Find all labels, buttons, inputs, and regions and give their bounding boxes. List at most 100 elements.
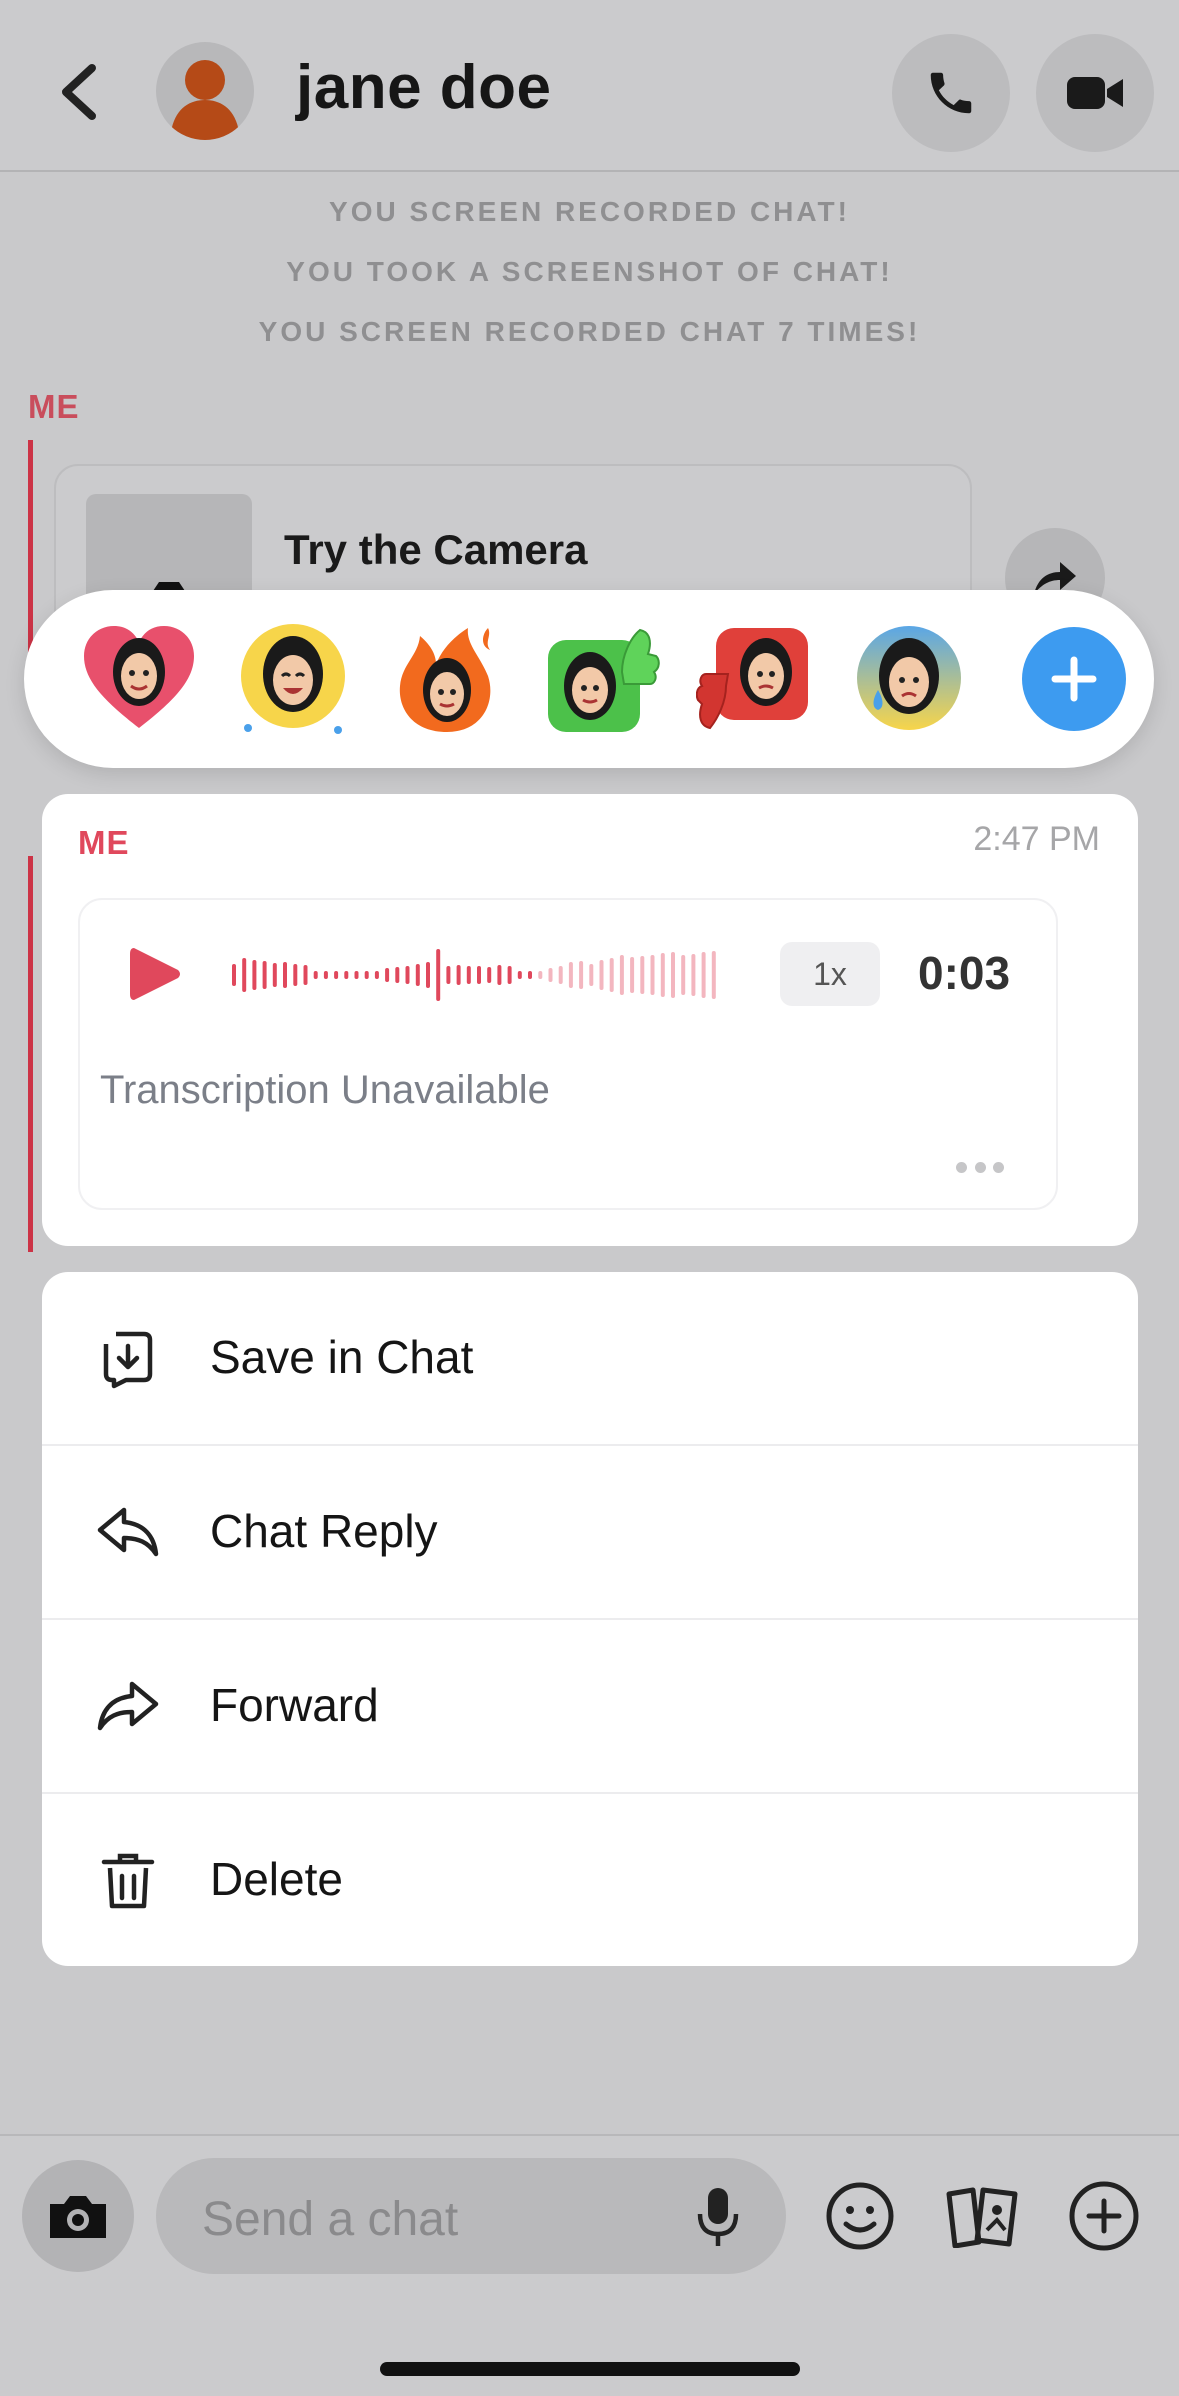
waveform-bar bbox=[426, 962, 430, 988]
menu-item-label: Forward bbox=[210, 1679, 379, 1731]
play-icon bbox=[130, 948, 180, 1000]
voice-duration: 0:03 bbox=[918, 947, 1011, 999]
waveform-bar bbox=[568, 962, 573, 988]
menu-item-delete[interactable]: Delete bbox=[42, 1794, 1138, 1966]
video-camera-icon bbox=[1067, 77, 1123, 109]
more-options-button[interactable] bbox=[956, 1162, 1004, 1176]
menu-item-save-in-chat[interactable]: Save in Chat bbox=[42, 1272, 1138, 1446]
contact-avatar[interactable] bbox=[156, 42, 254, 140]
system-message: YOU SCREEN RECORDED CHAT! bbox=[329, 196, 850, 227]
reaction-thumbs-down[interactable] bbox=[696, 620, 814, 738]
waveform-bar bbox=[262, 961, 267, 989]
trash-icon bbox=[101, 1853, 155, 1909]
call-button[interactable] bbox=[892, 34, 1010, 152]
system-message: YOU SCREEN RECORDED CHAT 7 TIMES! bbox=[258, 316, 921, 347]
chat-header: jane doe bbox=[0, 0, 1179, 172]
waveform-bar bbox=[538, 971, 543, 979]
waveform-bar bbox=[242, 958, 247, 992]
more-reactions-button[interactable] bbox=[1022, 627, 1126, 731]
fire-bitmoji-icon bbox=[399, 628, 491, 732]
menu-item-chat-reply[interactable]: Chat Reply bbox=[42, 1446, 1138, 1620]
waveform-bar bbox=[354, 971, 359, 979]
chat-input-placeholder: Send a chat bbox=[202, 2193, 459, 2246]
plus-circle-icon bbox=[1069, 2181, 1139, 2251]
stickers-button[interactable] bbox=[934, 2168, 1030, 2264]
waveform-bar bbox=[711, 951, 716, 999]
waveform-bar bbox=[283, 962, 287, 988]
menu-item-label: Delete bbox=[210, 1853, 343, 1905]
waveform-bar bbox=[272, 963, 277, 987]
message-timestamp: 2:47 PM bbox=[973, 820, 1100, 858]
playback-speed-button[interactable]: 1x bbox=[780, 942, 880, 1006]
waveform-bar bbox=[691, 954, 696, 996]
waveform-bar bbox=[497, 965, 502, 985]
waveform-bar bbox=[609, 958, 614, 992]
waveform-bar bbox=[558, 966, 563, 984]
message-sender: ME bbox=[78, 824, 130, 861]
waveform-bar bbox=[640, 956, 645, 994]
forward-icon bbox=[97, 1681, 159, 1731]
waveform-bar bbox=[293, 964, 298, 986]
microphone-button[interactable] bbox=[696, 2186, 740, 2253]
waveform-bar bbox=[681, 955, 686, 995]
heart-bitmoji-icon bbox=[84, 626, 194, 728]
menu-item-label: Save in Chat bbox=[210, 1331, 474, 1383]
audio-waveform[interactable] bbox=[230, 944, 720, 1006]
waveform-bar bbox=[415, 964, 420, 986]
sender-label: ME bbox=[28, 388, 80, 425]
video-call-button[interactable] bbox=[1036, 34, 1154, 152]
waveform-bar bbox=[671, 952, 675, 998]
reply-icon bbox=[97, 1507, 159, 1557]
waveform-bar bbox=[232, 964, 236, 986]
laughing-bitmoji-icon bbox=[241, 624, 345, 734]
chevron-left-icon bbox=[62, 64, 96, 120]
message-thread-bar bbox=[28, 856, 33, 1252]
waveform-bar bbox=[507, 966, 512, 984]
waveform-bar bbox=[589, 964, 594, 986]
waveform-bar bbox=[528, 971, 532, 979]
waveform-bar bbox=[660, 953, 665, 997]
save-in-chat-icon bbox=[103, 1331, 153, 1389]
thumbs-down-bitmoji-icon bbox=[696, 628, 808, 730]
waveform-bar bbox=[385, 968, 390, 982]
plus-icon bbox=[1051, 656, 1097, 702]
microphone-icon bbox=[697, 2188, 739, 2246]
waveform-bar bbox=[487, 967, 492, 983]
message-thread-bar bbox=[28, 440, 33, 660]
waveform-bar bbox=[364, 971, 369, 979]
waveform-bar bbox=[252, 960, 257, 990]
reaction-crying[interactable] bbox=[850, 620, 968, 738]
waveform-bar bbox=[303, 965, 308, 985]
chat-input[interactable]: Send a chat bbox=[156, 2158, 786, 2274]
camera-icon bbox=[50, 2196, 106, 2238]
system-message: YOU TOOK A SCREENSHOT OF CHAT! bbox=[286, 256, 893, 287]
reaction-thumbs-up[interactable] bbox=[542, 620, 660, 738]
waveform-bar bbox=[650, 955, 655, 995]
play-button[interactable] bbox=[122, 942, 186, 1011]
waveform-bar bbox=[630, 957, 635, 993]
thumbs-up-bitmoji-icon bbox=[548, 628, 660, 732]
crying-bitmoji-icon bbox=[857, 626, 961, 730]
add-attachment-button[interactable] bbox=[1056, 2168, 1152, 2264]
waveform-bar bbox=[323, 971, 328, 979]
voice-note-player: 1x 0:03 Transcription Unavailable bbox=[78, 898, 1058, 1210]
waveform-bar bbox=[374, 971, 379, 979]
reaction-heart[interactable] bbox=[80, 620, 198, 738]
waveform-bar bbox=[701, 952, 706, 998]
chat-composer-bar: Send a chat bbox=[0, 2134, 1179, 2396]
smiley-icon bbox=[826, 2182, 894, 2250]
contact-name[interactable]: jane doe bbox=[296, 52, 552, 123]
camera-button[interactable] bbox=[22, 2160, 134, 2272]
reaction-laughing[interactable] bbox=[234, 620, 352, 738]
emoji-button[interactable] bbox=[812, 2168, 908, 2264]
menu-item-forward[interactable]: Forward bbox=[42, 1620, 1138, 1794]
back-button[interactable] bbox=[54, 62, 104, 122]
reaction-fire[interactable] bbox=[388, 620, 506, 738]
transcription-text: Transcription Unavailable bbox=[100, 1068, 550, 1112]
menu-item-label: Chat Reply bbox=[210, 1505, 438, 1557]
phone-icon bbox=[930, 72, 972, 114]
waveform-bar bbox=[548, 968, 553, 982]
waveform-bar bbox=[599, 960, 604, 990]
waveform-bar bbox=[313, 971, 318, 979]
voice-message-card[interactable]: ME 2:47 PM 1x 0:03 Transcription Unavail… bbox=[42, 794, 1138, 1246]
